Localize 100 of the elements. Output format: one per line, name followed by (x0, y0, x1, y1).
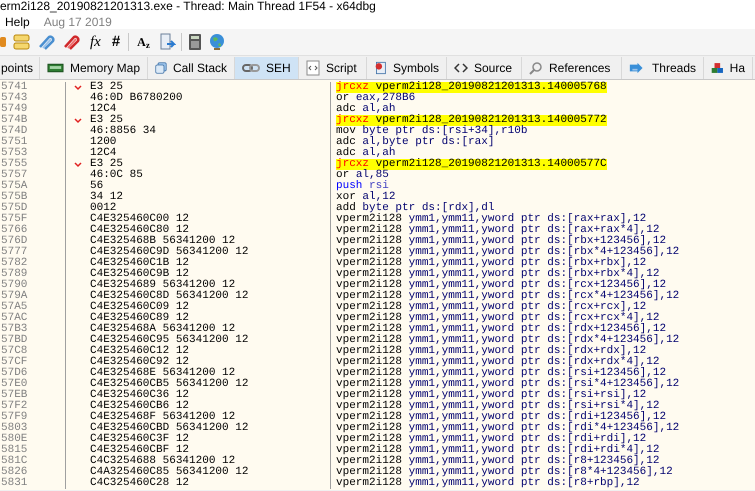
address-cell: 5826 (1, 466, 28, 478)
instruction: vperm2i128 ymm1,ymm11,yword ptr ds:[rdi+123456],12 (336, 412, 666, 423)
bytes-cell: C4E325468E 56341200 12 (90, 368, 236, 379)
bytes-cell: C4E325460C12 12 (90, 346, 190, 357)
tab[interactable]: points (0, 57, 40, 79)
paperclip-icon[interactable] (62, 33, 82, 51)
instruction: jrcxz vperm2i128_20190821201313.14000577C (336, 159, 607, 170)
bytes-cell: C4C3254688 56341200 12 (90, 456, 236, 467)
bytes-cell: C4A325460C85 56341200 12 (90, 467, 248, 478)
instruction: vperm2i128 ymm1,ymm11,yword ptr ds:[rcx*4+123456],12 (336, 291, 680, 302)
calculator-icon[interactable] (186, 33, 203, 51)
instruction: vperm2i128 ymm1,ymm11,yword ptr ds:[rax+rax*4],12 (336, 225, 660, 236)
instruction: add byte ptr ds:[rdx],dl (336, 203, 494, 214)
address-cell: 575A (1, 180, 28, 192)
address-cell: 575D (1, 202, 28, 214)
instruction: jrcxz vperm2i128_20190821201313.140005772 (336, 115, 607, 126)
instruction: vperm2i128 ymm1,ymm11,yword ptr ds:[rsi+rsi*4],12 (336, 401, 660, 412)
paperclip-icon[interactable] (37, 33, 57, 51)
address-cell: 57D6 (1, 367, 28, 379)
instruction: vperm2i128 ymm1,ymm11,yword ptr ds:[rdx*4+123456],12 (336, 335, 680, 346)
address-cell: 5815 (1, 444, 28, 456)
bytes-cell: 12C4 (90, 148, 116, 159)
bytes-cell: E3 25 (90, 115, 124, 126)
bytes-cell: C4E325460C8D 56341200 12 (90, 291, 248, 302)
bytes-cell: C4E325460C9B 12 (90, 269, 190, 280)
address-cell: 580E (1, 433, 28, 445)
instruction: or eax,278B6 (336, 93, 416, 104)
address-cell: 5741 (1, 81, 28, 93)
instruction: vperm2i128 ymm1,ymm11,yword ptr ds:[rcx+rcx*4],12 (336, 313, 660, 324)
address-cell: 5831 (1, 477, 28, 489)
address-cell: 5753 (1, 147, 28, 159)
hash-button[interactable]: # (108, 30, 124, 54)
instruction: vperm2i128 ymm1,ymm11,yword ptr ds:[rbx+rbx],12 (336, 258, 646, 269)
address-cell: 5790 (1, 279, 28, 291)
bytes-cell: C4E325460C09 12 (90, 302, 190, 313)
address-cell: 5757 (1, 169, 28, 181)
window-title: erm2i128_20190821201313.exe - Thread: Main Thread 1F54 - x64dbg (0, 0, 376, 12)
instruction: vperm2i128 ymm1,ymm11,yword ptr ds:[rsi*4+123456],12 (336, 379, 680, 390)
instruction: vperm2i128 ymm1,ymm11,yword ptr ds:[rdx+123456],12 (336, 324, 666, 335)
bytes-cell: 46:0C 85 (90, 170, 143, 181)
menu-item[interactable]: Help (5, 12, 30, 30)
globe-icon[interactable] (208, 33, 226, 51)
bytes-cell: 34 12 (90, 192, 124, 203)
instruction: vperm2i128 ymm1,ymm11,yword ptr ds:[rcx+rcx],12 (336, 302, 646, 313)
bytes-cell: C4E325460C9D 56341200 12 (90, 247, 248, 258)
code-brackets-icon (454, 62, 468, 74)
instruction: vperm2i128 ymm1,ymm11,yword ptr ds:[rax+rax],12 (336, 214, 646, 225)
address-cell: 575F (1, 213, 28, 225)
document-icon[interactable] (158, 33, 176, 51)
tab[interactable]: SEH (235, 57, 299, 79)
address-cell: 574B (1, 114, 28, 126)
bytes-cell: C4E325468F 56341200 12 (90, 412, 236, 423)
memory-chip-icon (47, 63, 64, 73)
search-icon (529, 61, 543, 75)
address-cell: 57EB (1, 389, 28, 401)
bytes-cell: C4E325460C36 12 (90, 390, 190, 401)
bytes-cell: 0012 (90, 203, 116, 214)
bytes-cell: 46:0D B6780200 (90, 93, 182, 104)
address-cell: 57CF (1, 356, 28, 368)
address-cell: 5777 (1, 246, 28, 258)
address-cell: 57B3 (1, 323, 28, 335)
bytes-cell: E3 25 (90, 82, 124, 93)
address-cell: 576D (1, 235, 28, 247)
instruction: jrcxz vperm2i128_20190821201313.140005768 (336, 82, 607, 93)
address-cell: 57E0 (1, 378, 28, 390)
bytes-cell: C4E325460CB6 12 (90, 401, 190, 412)
bytes-cell: C4E325460CBF 12 (90, 445, 190, 456)
address-cell: 57C8 (1, 345, 28, 357)
address-cell: 5766 (1, 224, 28, 236)
bytes-cell: 12C4 (90, 104, 116, 115)
chain-icon (242, 62, 260, 74)
bytes-cell: C4E325460C00 12 (90, 214, 190, 225)
address-cell: 57A5 (1, 301, 28, 313)
instruction: vperm2i128 ymm1,ymm11,yword ptr ds:[rbx+123456],12 (336, 236, 666, 247)
instruction: vperm2i128 ymm1,ymm11,yword ptr ds:[r8*4+123456],12 (336, 467, 673, 478)
bytes-cell: C4E325468B 56341200 12 (90, 236, 236, 247)
blocks-icon (711, 60, 724, 76)
script-icon (306, 60, 320, 76)
instruction: vperm2i128 ymm1,ymm11,yword ptr ds:[r8+123456],12 (336, 456, 660, 467)
function-button[interactable]: fx (87, 30, 104, 54)
bytes-cell: C4E325460C3F 12 (90, 434, 190, 445)
address-cell: 57F2 (1, 400, 28, 412)
address-cell: 5803 (1, 422, 28, 434)
instruction: vperm2i128 ymm1,ymm11,yword ptr ds:[rdx+rdx*4],12 (336, 357, 660, 368)
instruction: xor al,12 (336, 192, 396, 203)
bytes-cell: 1200 (90, 137, 116, 148)
font-button[interactable]: A$_{z}$ (134, 33, 153, 51)
bytes-cell: C4E325460C1B 12 (90, 258, 190, 269)
instruction: vperm2i128 ymm1,ymm11,yword ptr ds:[rdx+rdx],12 (336, 346, 646, 357)
stacked-window-icon (155, 60, 167, 76)
address-cell: 5755 (1, 158, 28, 170)
instruction: vperm2i128 ymm1,ymm11,yword ptr ds:[rbx*4+123456],12 (336, 247, 680, 258)
list-icon[interactable] (12, 33, 32, 51)
bytes-cell: 46:8856 34 (90, 126, 156, 137)
document-icon (374, 60, 387, 76)
address-cell: 574D (1, 125, 28, 137)
bytes-cell: C4E325460C89 12 (90, 313, 190, 324)
address-cell: 57F9 (1, 411, 28, 423)
instruction: adc al,ah (336, 148, 396, 159)
bytes-cell: C4C325460C28 12 (90, 478, 190, 489)
